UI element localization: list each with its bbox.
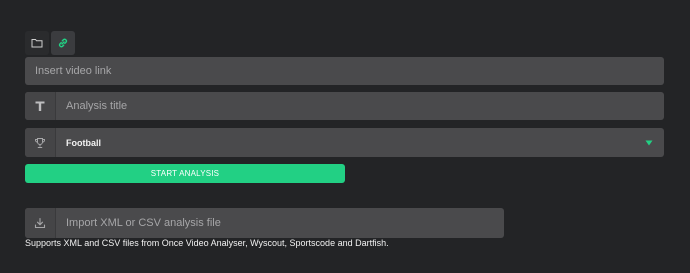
- import-file-input[interactable]: Import XML or CSV analysis file: [25, 208, 504, 238]
- video-link-input[interactable]: Insert video link: [25, 57, 664, 85]
- tab-link[interactable]: [51, 31, 75, 55]
- supported-formats-note: Supports XML and CSV files from Once Vid…: [25, 238, 389, 248]
- trophy-icon: [25, 128, 56, 157]
- link-icon: [57, 37, 69, 49]
- video-link-placeholder: Insert video link: [35, 65, 112, 77]
- folder-icon: [31, 38, 43, 48]
- start-analysis-button[interactable]: START ANALYSIS: [25, 164, 345, 183]
- import-file-placeholder: Import XML or CSV analysis file: [66, 217, 221, 229]
- text-t-icon: [25, 92, 56, 120]
- triangle-down-icon: [634, 140, 664, 146]
- analysis-title-placeholder: Analysis title: [66, 100, 128, 112]
- source-tabs: [25, 31, 75, 55]
- download-icon: [25, 208, 56, 238]
- sport-select[interactable]: Football: [25, 128, 664, 157]
- tab-folder[interactable]: [25, 31, 49, 55]
- sport-select-value: Football: [66, 137, 101, 148]
- analysis-title-input[interactable]: Analysis title: [25, 92, 664, 120]
